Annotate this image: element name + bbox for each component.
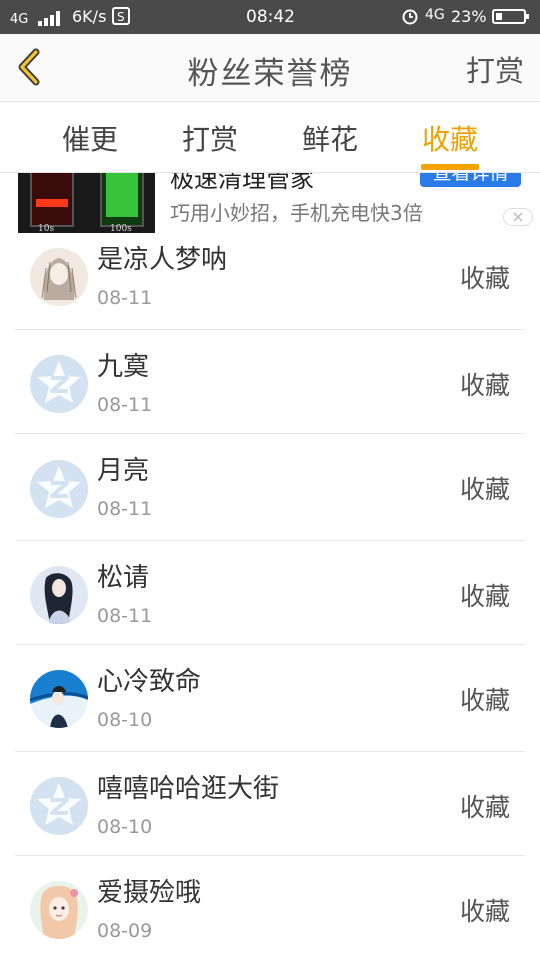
date: 08-10 [97,709,153,731]
ad-image: 10s 100s [18,173,155,233]
alarm-icon [401,7,419,29]
network-type-left: 4G [10,12,29,27]
user-name: 月亮 [97,456,150,486]
signal-icon [38,10,62,26]
default-avatar-icon [30,460,88,518]
favorite-action: 收藏 [459,264,510,293]
list-item[interactable]: 松请 08-11 收藏 [15,541,525,645]
user-name: 心冷致命 [97,667,202,697]
reward-button[interactable]: 打赏 [466,48,524,90]
tab-bar: 催更 打赏 鲜花 收藏 [0,102,540,173]
favorite-action: 收藏 [459,582,510,611]
svg-text:S: S [117,10,125,24]
list-item[interactable]: 是凉人梦呐 08-11 收藏 [15,223,525,330]
active-tab-indicator [421,164,479,170]
list-item[interactable]: 心冷致命 08-10 收藏 [15,645,525,752]
ad-view-details-button[interactable]: 查看详情 [420,173,521,187]
avatar [30,248,88,306]
page-title: 粉丝荣誉榜 [187,56,353,92]
user-name: 是凉人梦呐 [97,245,228,275]
network-type-right: 4G [425,7,445,23]
date: 08-11 [97,394,153,416]
date: 08-11 [97,287,153,309]
ad-subtitle: 巧用小妙招，手机充电快3倍 [170,201,423,225]
favorite-action: 收藏 [459,475,510,504]
date: 08-10 [97,816,153,838]
battery-percent: 23% [451,7,487,26]
date: 08-11 [97,498,153,520]
avatar [30,566,88,624]
ad-title: 极速清理管家 [170,173,314,193]
sim-icon: S [112,7,130,29]
title-bar: 粉丝荣誉榜 打赏 [0,34,540,102]
back-icon[interactable] [10,46,50,88]
favorite-action: 收藏 [459,897,510,926]
favorite-action: 收藏 [459,793,510,822]
list-item[interactable]: 月亮 08-11 收藏 [15,434,525,541]
list-item[interactable]: 九寞 08-11 收藏 [15,330,525,434]
ad-banner[interactable]: 10s 100s 极速清理管家 巧用小妙招，手机充电快3倍 查看详情 [0,173,540,233]
favorite-action: 收藏 [459,371,510,400]
ad-close-icon[interactable] [503,208,533,226]
tab-urge[interactable]: 催更 [30,118,150,158]
user-name: 嘻嘻哈哈逛大街 [97,774,280,804]
list-item[interactable]: 爱摄殓哦 08-09 收藏 [15,856,525,960]
battery-icon [492,9,529,24]
clock: 08:42 [246,7,295,27]
favorite-action: 收藏 [459,686,510,715]
date: 08-11 [97,605,153,627]
date: 08-09 [97,920,153,942]
user-name: 松请 [97,563,150,593]
tab-reward[interactable]: 打赏 [150,118,270,158]
user-name: 九寞 [97,352,150,382]
default-avatar-icon [30,777,88,835]
list-item[interactable]: 嘻嘻哈哈逛大街 08-10 收藏 [15,752,525,856]
tab-favorites[interactable]: 收藏 [390,118,510,158]
status-bar: 4G 6K/s S 08:42 4G 23% [0,0,540,34]
user-name: 爱摄殓哦 [97,878,202,908]
network-speed: 6K/s [72,7,107,26]
tab-flowers[interactable]: 鲜花 [270,118,390,158]
default-avatar-icon [30,355,88,413]
avatar [30,670,88,728]
avatar [30,881,88,939]
